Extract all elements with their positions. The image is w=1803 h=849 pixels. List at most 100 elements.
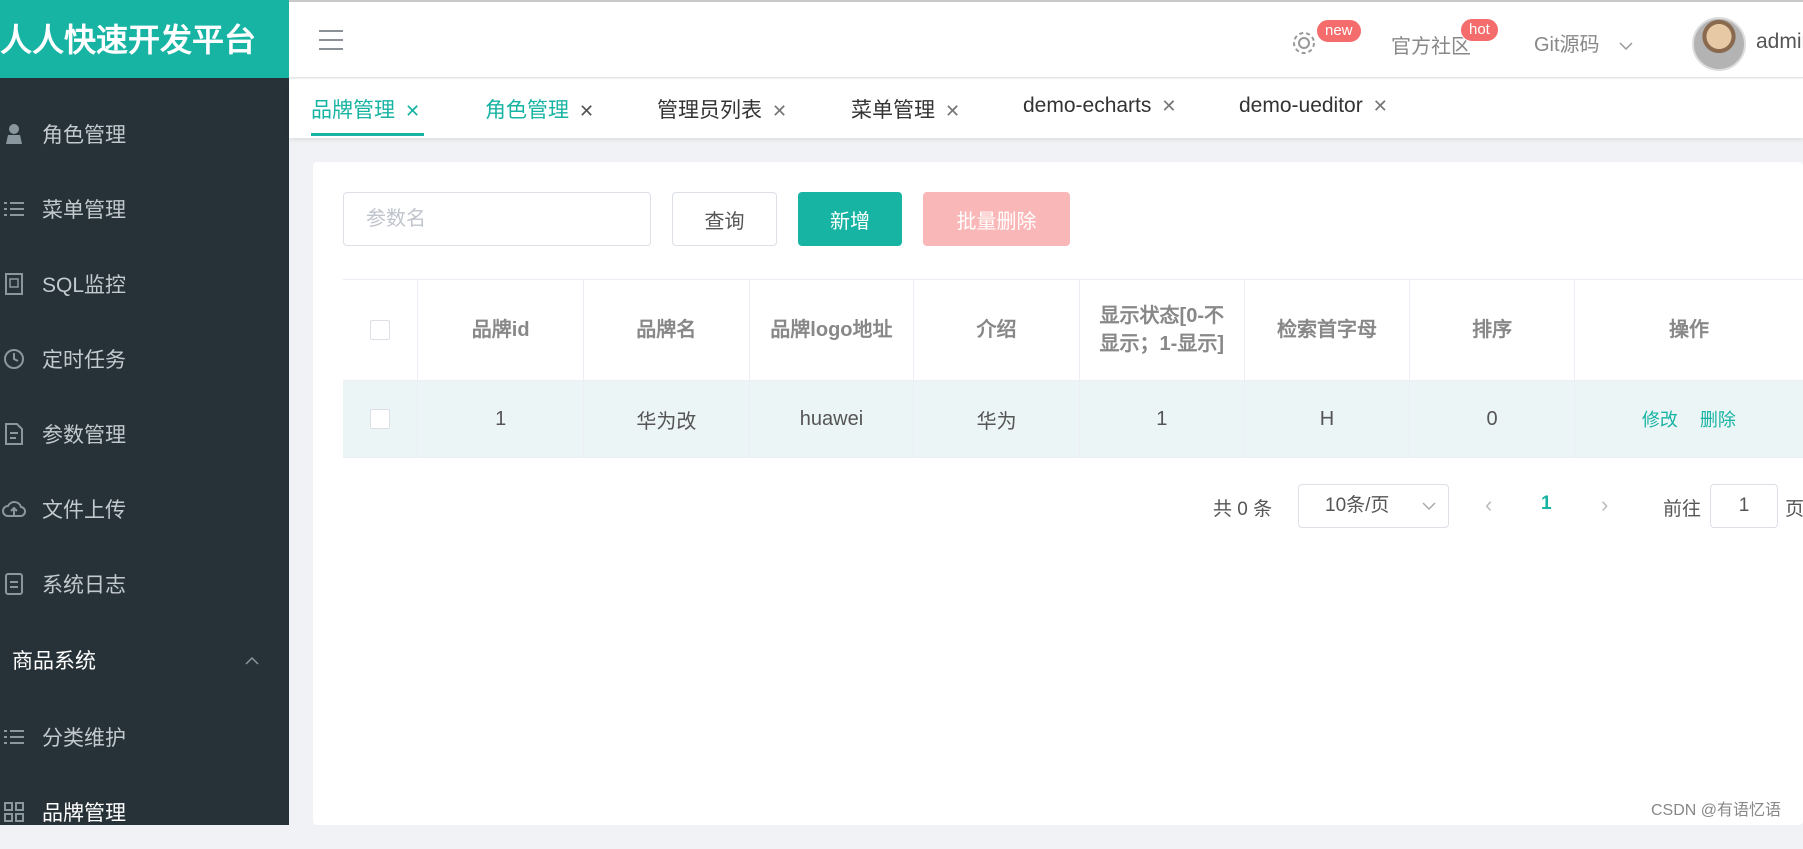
sidebar-group-goods[interactable]: 商品系统 [0,621,289,699]
sql-icon [2,272,26,296]
cell-name: 华为改 [584,381,750,457]
clock-icon [2,347,26,371]
close-icon[interactable]: ✕ [772,101,787,121]
tab-label: demo-echarts [1023,94,1151,117]
select-all-checkbox[interactable] [370,320,390,340]
tab-ueditor[interactable]: demo-ueditor ✕ [1239,94,1388,118]
close-icon[interactable]: ✕ [579,101,594,121]
page-suffix: 页 [1785,494,1803,521]
query-button[interactable]: 查询 [672,192,777,246]
active-tab-indicator [311,133,424,136]
tab-echarts[interactable]: demo-echarts ✕ [1023,94,1176,118]
table-row: 1 华为改 huawei 华为 1 H 0 修改 删除 [343,381,1803,458]
sidebar-item-label: 角色管理 [42,119,126,149]
page-size-value: 10条/页 [1325,495,1389,516]
tab-label: 菜单管理 [851,99,935,122]
sidebar-item-brand[interactable]: 品牌管理 [0,774,289,849]
log-icon [2,572,26,596]
add-button[interactable]: 新增 [798,192,902,246]
sidebar-item-label: 文件上传 [42,494,126,524]
user-role-icon [2,122,26,146]
cell-actions: 修改 删除 [1575,381,1803,457]
cell-intro: 华为 [914,381,1080,457]
username[interactable]: admin [1756,30,1803,54]
table-header-row: 品牌id 品牌名 品牌logo地址 介绍 显示状态[0-不显示；1-显示] 检索… [343,280,1803,381]
column-header: 品牌id [418,280,584,380]
goto-page-input[interactable]: 1 [1710,484,1778,528]
list-icon [2,725,26,749]
sidebar-item-label: 系统日志 [42,569,126,599]
chevron-up-icon [245,648,259,672]
column-header: 操作 [1575,280,1803,380]
settings-icon[interactable] [1291,30,1317,62]
batch-delete-button[interactable]: 批量删除 [923,192,1070,246]
row-checkbox[interactable] [370,409,390,429]
column-header: 排序 [1410,280,1575,380]
goto-label: 前往 [1663,494,1701,521]
tab-label: 角色管理 [485,99,569,122]
column-header: 品牌名 [584,280,750,380]
cell-sort: 0 [1410,381,1575,457]
pagination-total: 共 0 条 [1213,494,1272,521]
avatar[interactable] [1692,17,1746,71]
tab-bar: 品牌管理 ✕ 角色管理 ✕ 管理员列表 ✕ 菜单管理 ✕ demo-echarts ✕ d… [289,79,1803,138]
close-icon[interactable]: ✕ [945,101,960,121]
tab-roles[interactable]: 角色管理 ✕ [485,94,594,124]
sidebar-item-schedule[interactable]: 定时任务 [0,321,289,396]
cell-logo: huawei [750,381,915,457]
sidebar-item-sql[interactable]: SQL监控 [0,246,289,321]
tab-label: 品牌管理 [311,99,395,122]
brand-title: 人人快速开发平台 [0,0,289,78]
tab-label: 管理员列表 [657,99,762,122]
sidebar-item-label: 分类维护 [42,722,126,752]
sidebar-item-category[interactable]: 分类维护 [0,699,289,774]
main-card: 查询 新增 批量删除 品牌id 品牌名 品牌logo地址 介绍 显示状态[0-不… [313,162,1803,825]
sidebar-item-menus[interactable]: 菜单管理 [0,171,289,246]
list-icon [2,197,26,221]
column-header: 介绍 [914,280,1080,380]
current-page[interactable]: 1 [1541,493,1552,515]
sidebar-item-label: 定时任务 [42,344,126,374]
git-menu[interactable]: Git源码 [1534,28,1633,57]
column-header: 显示状态[0-不显示；1-显示] [1080,280,1245,380]
hot-badge: hot [1460,18,1499,42]
edit-link[interactable]: 修改 [1642,406,1678,432]
page-size-select[interactable]: 10条/页 [1298,484,1449,528]
close-icon[interactable]: ✕ [405,101,420,121]
sidebar-item-label: 品牌管理 [42,797,126,827]
cell-status: 1 [1080,381,1245,457]
close-icon[interactable]: ✕ [1161,96,1176,116]
tab-brand[interactable]: 品牌管理 ✕ [311,94,420,124]
search-input[interactable] [343,192,651,246]
sidebar-item-label: 菜单管理 [42,194,126,224]
chevron-down-icon [1619,34,1633,56]
tab-menus[interactable]: 菜单管理 ✕ [851,94,960,124]
cloud-upload-icon [2,497,26,521]
close-icon[interactable]: ✕ [1373,96,1388,116]
sidebar-item-upload[interactable]: 文件上传 [0,471,289,546]
tab-admins[interactable]: 管理员列表 ✕ [657,94,787,124]
cell-letter: H [1245,381,1411,457]
prev-page-icon[interactable]: ‹ [1485,492,1492,518]
sidebar-group-label: 商品系统 [12,645,96,675]
git-label: Git源码 [1534,34,1600,56]
header-checkbox-cell [343,280,418,380]
sidebar-item-label: 参数管理 [42,419,126,449]
sidebar-item-roles[interactable]: 角色管理 [0,96,289,171]
community-link[interactable]: 官方社区 [1391,30,1471,59]
sidebar-item-logs[interactable]: 系统日志 [0,546,289,621]
pagination: 共 0 条 10条/页 ‹ 1 › 前往 1 页 [313,484,1803,528]
sidebar: 人人快速开发平台 角色管理 菜单管理 SQL监控 定时任务 参数管理 文件上传 … [0,0,289,825]
column-header: 品牌logo地址 [750,280,915,380]
top-header: new 官方社区 hot Git源码 admin [289,0,1803,78]
next-page-icon[interactable]: › [1601,492,1608,518]
grid-icon [2,800,26,824]
column-header: 检索首字母 [1245,280,1411,380]
sidebar-item-params[interactable]: 参数管理 [0,396,289,471]
chevron-down-icon [1422,485,1436,527]
brand-table: 品牌id 品牌名 品牌logo地址 介绍 显示状态[0-不显示；1-显示] 检索… [343,279,1803,458]
hamburger-icon[interactable] [319,30,343,57]
row-checkbox-cell [343,381,418,457]
tab-label: demo-ueditor [1239,94,1363,117]
delete-link[interactable]: 删除 [1700,406,1736,432]
